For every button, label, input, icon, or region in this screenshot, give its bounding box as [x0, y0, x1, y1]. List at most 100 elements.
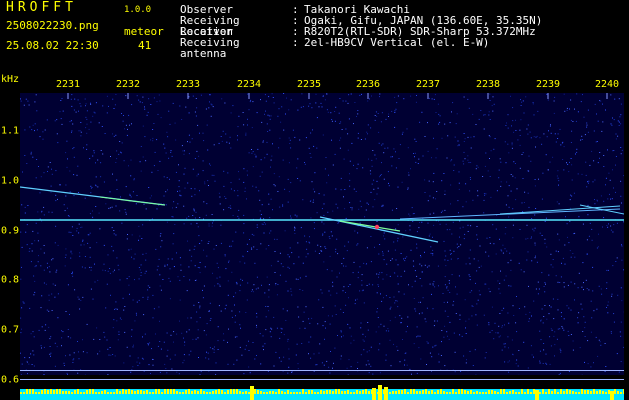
- noise-dot: [130, 159, 132, 161]
- noise-dot: [414, 280, 416, 282]
- noise-dot: [325, 248, 327, 249]
- noise-dot: [447, 135, 449, 137]
- noise-dot: [532, 102, 534, 104]
- noise-dot: [92, 155, 94, 157]
- noise-dot: [542, 172, 544, 174]
- noise-dot: [574, 232, 576, 234]
- level-spike: [41, 390, 43, 394]
- level-spike: [488, 390, 490, 394]
- noise-dot: [47, 171, 48, 172]
- noise-dot: [418, 158, 420, 160]
- noise-dot: [114, 269, 115, 271]
- noise-dot: [385, 295, 387, 297]
- noise-dot: [331, 270, 333, 272]
- noise-dot: [444, 365, 446, 367]
- noise-dot: [585, 161, 587, 163]
- noise-dot: [322, 95, 324, 97]
- noise-dot: [577, 173, 579, 175]
- noise-dot: [450, 253, 452, 255]
- noise-dot: [372, 150, 374, 151]
- noise-dot: [90, 192, 92, 194]
- noise-dot: [276, 327, 278, 329]
- level-spike: [161, 392, 163, 394]
- noise-dot: [383, 297, 384, 299]
- noise-dot: [284, 230, 286, 232]
- noise-dot: [578, 312, 580, 314]
- noise-dot: [273, 102, 275, 104]
- noise-dot: [401, 181, 403, 183]
- noise-dot: [78, 298, 80, 300]
- level-spike: [476, 391, 478, 394]
- noise-dot: [256, 324, 257, 326]
- noise-dot: [585, 279, 587, 281]
- noise-dot: [313, 145, 315, 147]
- noise-dot: [572, 121, 574, 122]
- noise-dot: [531, 236, 532, 238]
- noise-dot: [519, 167, 521, 169]
- noise-dot: [357, 361, 359, 363]
- level-spike: [563, 391, 565, 394]
- noise-dot: [533, 356, 534, 358]
- noise-dot: [252, 151, 254, 153]
- noise-dot: [439, 115, 441, 117]
- noise-dot: [130, 175, 132, 177]
- noise-dot: [90, 102, 91, 104]
- noise-dot: [273, 316, 275, 318]
- noise-dot: [168, 157, 170, 159]
- noise-dot: [199, 217, 201, 218]
- noise-dot: [568, 370, 570, 372]
- level-spike: [140, 390, 142, 394]
- noise-dot: [427, 222, 429, 224]
- noise-dot: [499, 158, 501, 160]
- noise-dot: [183, 276, 185, 277]
- noise-dot: [291, 294, 293, 296]
- noise-dot: [465, 327, 466, 329]
- noise-dot: [381, 162, 382, 164]
- noise-dot: [136, 361, 138, 363]
- noise-dot: [418, 347, 420, 349]
- noise-dot: [111, 206, 113, 208]
- noise-dot: [376, 221, 378, 222]
- noise-dot: [550, 306, 552, 308]
- noise-dot: [533, 230, 535, 232]
- noise-dot: [323, 214, 325, 216]
- noise-dot: [183, 173, 185, 175]
- noise-dot: [203, 285, 205, 287]
- noise-dot: [563, 146, 565, 148]
- noise-dot: [74, 98, 76, 100]
- noise-dot: [71, 273, 73, 275]
- noise-dot: [569, 199, 571, 201]
- noise-dot: [558, 239, 560, 241]
- noise-dot: [122, 297, 124, 299]
- noise-dot: [512, 175, 514, 177]
- noise-dot: [376, 273, 378, 275]
- noise-dot: [460, 371, 462, 372]
- noise-dot: [62, 331, 64, 333]
- noise-dot: [272, 143, 273, 145]
- noise-dot: [447, 289, 449, 291]
- noise-dot: [274, 238, 276, 240]
- noise-dot: [335, 106, 337, 108]
- noise-dot: [586, 124, 588, 126]
- noise-dot: [20, 98, 21, 100]
- level-spike: [338, 389, 340, 394]
- noise-dot: [125, 213, 127, 215]
- level-spike: [449, 392, 451, 394]
- noise-dot: [362, 289, 364, 291]
- noise-dot: [279, 206, 281, 208]
- noise-dot: [359, 222, 361, 224]
- noise-dot: [191, 195, 193, 197]
- noise-dot: [396, 346, 398, 348]
- noise-dot: [81, 226, 83, 228]
- noise-dot: [390, 365, 392, 367]
- noise-dot: [113, 135, 115, 137]
- noise-dot: [260, 99, 261, 101]
- noise-dot: [389, 297, 391, 298]
- noise-dot: [282, 159, 284, 161]
- noise-dot: [464, 233, 466, 235]
- noise-dot: [508, 322, 510, 324]
- noise-dot: [290, 217, 292, 219]
- level-spike: [257, 390, 259, 394]
- noise-dot: [394, 316, 396, 318]
- noise-dot: [359, 266, 361, 268]
